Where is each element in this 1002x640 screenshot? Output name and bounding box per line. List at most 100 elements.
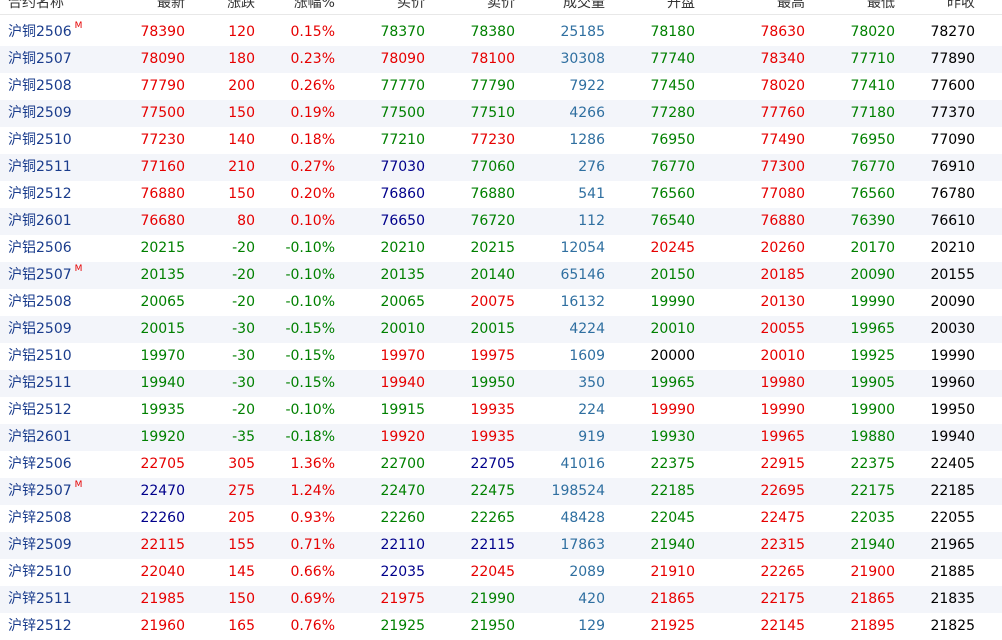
contract-name-text: 沪铝2512 — [8, 402, 72, 418]
cell-ask: 76880 — [470, 186, 515, 202]
col-header-volume[interactable]: 成交量 — [515, 0, 605, 11]
table-row[interactable]: 沪铜2511 77160 210 0.27% 77030 77060 276 76770 773… — [0, 154, 1002, 181]
cell-prev-close: 21885 — [930, 564, 975, 580]
contract-name[interactable]: 沪锌2511 — [8, 586, 90, 613]
contract-name-text: 沪锌2512 — [8, 618, 72, 634]
contract-name[interactable]: 沪铜2511 — [8, 154, 90, 181]
cell-bid: 20010 — [380, 321, 425, 337]
contract-name[interactable]: 沪铝2506 — [8, 235, 90, 262]
main-contract-badge: M — [74, 480, 83, 490]
cell-bid: 22470 — [380, 483, 425, 499]
cell-change-pct: 0.69% — [290, 591, 335, 607]
contract-name[interactable]: 沪铜2512 — [8, 181, 90, 208]
contract-name[interactable]: 沪铝2510 — [8, 343, 90, 370]
contract-name-text: 沪铜2601 — [8, 213, 72, 229]
contract-name[interactable]: 沪铜2507 — [8, 46, 90, 73]
cell-high: 22475 — [760, 510, 805, 526]
cell-bid: 20065 — [380, 294, 425, 310]
contract-name-text: 沪铝2509 — [8, 321, 72, 337]
table-row[interactable]: 沪锌2510 22040 145 0.66% 22035 22045 2089 21910 22… — [0, 559, 1002, 586]
table-row[interactable]: 沪铜2507 78090 180 0.23% 78090 78100 30308 77740 7… — [0, 46, 1002, 73]
col-header-ask[interactable]: 卖价 — [425, 0, 515, 11]
col-header-change[interactable]: 涨跌 — [165, 0, 255, 11]
col-header-change-pct[interactable]: 涨幅% — [245, 0, 335, 11]
contract-name[interactable]: 沪锌2508 — [8, 505, 90, 532]
table-row[interactable]: 沪铝2506 20215 -20 -0.10% 20210 20215 12054 20245… — [0, 235, 1002, 262]
cell-prev-close: 76610 — [930, 213, 975, 229]
cell-prev-close: 22055 — [930, 510, 975, 526]
cell-change: 205 — [228, 510, 255, 526]
table-row[interactable]: 沪铜2601 76680 80 0.10% 76650 76720 112 76540 7688… — [0, 208, 1002, 235]
table-row[interactable]: 沪铝2509 20015 -30 -0.15% 20010 20015 4224 20010 2… — [0, 316, 1002, 343]
table-row[interactable]: 沪铜2508 77790 200 0.26% 77770 77790 7922 77450 78… — [0, 73, 1002, 100]
contract-name[interactable]: 沪铝2511 — [8, 370, 90, 397]
cell-change-pct: -0.10% — [285, 402, 335, 418]
cell-change-pct: 0.93% — [290, 510, 335, 526]
cell-prev-close: 20155 — [930, 267, 975, 283]
contract-name[interactable]: 沪铝2508 — [8, 289, 90, 316]
cell-change-pct: -0.15% — [285, 321, 335, 337]
cell-low: 19965 — [850, 321, 895, 337]
contract-name[interactable]: 沪铜2509 — [8, 100, 90, 127]
table-row[interactable]: 沪铜2512 76880 150 0.20% 76860 76880 541 76560 770… — [0, 181, 1002, 208]
contract-name-text: 沪锌2507 — [8, 483, 72, 499]
cell-volume: 12054 — [560, 240, 605, 256]
contract-name[interactable]: 沪铝2507 M — [8, 262, 90, 289]
contract-name[interactable]: 沪铝2512 — [8, 397, 90, 424]
table-row[interactable]: 沪锌2506 22705 305 1.36% 22700 22705 41016 22375 2… — [0, 451, 1002, 478]
table-row[interactable]: 沪锌2512 21960 165 0.76% 21925 21950 129 21925 221… — [0, 613, 1002, 640]
cell-volume: 350 — [578, 375, 605, 391]
table-row[interactable]: 沪铝2507 M 20135 -20 -0.10% 20135 20140 65146 2015… — [0, 262, 1002, 289]
cell-change: 165 — [228, 618, 255, 634]
cell-bid: 78370 — [380, 24, 425, 40]
contract-name[interactable]: 沪铜2601 — [8, 208, 90, 235]
cell-high: 22175 — [760, 591, 805, 607]
cell-prev-close: 20030 — [930, 321, 975, 337]
cell-volume: 25185 — [560, 24, 605, 40]
table-row[interactable]: 沪锌2508 22260 205 0.93% 22260 22265 48428 22045 2… — [0, 505, 1002, 532]
contract-name[interactable]: 沪锌2506 — [8, 451, 90, 478]
table-row[interactable]: 沪铝2508 20065 -20 -0.10% 20065 20075 16132 19990… — [0, 289, 1002, 316]
col-header-high[interactable]: 最高 — [715, 0, 805, 11]
col-header-low[interactable]: 最低 — [805, 0, 895, 11]
cell-open: 22185 — [650, 483, 695, 499]
table-row[interactable]: 沪铝2510 19970 -30 -0.15% 19970 19975 1609 20000 2… — [0, 343, 1002, 370]
cell-low: 22035 — [850, 510, 895, 526]
table-row[interactable]: 沪铝2601 19920 -35 -0.18% 19920 19935 919 19930 19… — [0, 424, 1002, 451]
contract-name[interactable]: 沪锌2507 M — [8, 478, 90, 505]
contract-name[interactable]: 沪锌2510 — [8, 559, 90, 586]
table-row[interactable]: 沪铜2509 77500 150 0.19% 77500 77510 4266 77280 77… — [0, 100, 1002, 127]
table-row[interactable]: 沪铝2512 19935 -20 -0.10% 19915 19935 224 19990 19… — [0, 397, 1002, 424]
cell-volume: 1286 — [569, 132, 605, 148]
table-row[interactable]: 沪铜2506 M 78390 120 0.15% 78370 78380 25185 78180… — [0, 19, 1002, 46]
col-header-prev-close[interactable]: 昨收 — [885, 0, 975, 11]
contract-name-text: 沪铜2509 — [8, 105, 72, 121]
cell-low: 77710 — [850, 51, 895, 67]
cell-high: 20055 — [760, 321, 805, 337]
cell-ask: 77510 — [470, 105, 515, 121]
contract-name[interactable]: 沪锌2512 — [8, 613, 90, 640]
cell-volume: 30308 — [560, 51, 605, 67]
col-header-name[interactable]: 合约名称 — [8, 0, 90, 11]
table-row[interactable]: 沪锌2507 M 22470 275 1.24% 22470 22475 198524 2218… — [0, 478, 1002, 505]
table-row[interactable]: 沪锌2509 22115 155 0.71% 22110 22115 17863 21940 2… — [0, 532, 1002, 559]
table-row[interactable]: 沪铝2511 19940 -30 -0.15% 19940 19950 350 19965 19… — [0, 370, 1002, 397]
cell-ask: 19950 — [470, 375, 515, 391]
col-header-bid[interactable]: 买价 — [335, 0, 425, 11]
cell-prev-close: 77090 — [930, 132, 975, 148]
cell-low: 76770 — [850, 159, 895, 175]
cell-bid: 77210 — [380, 132, 425, 148]
contract-name[interactable]: 沪铜2508 — [8, 73, 90, 100]
contract-name[interactable]: 沪铜2506 M — [8, 19, 90, 46]
contract-name[interactable]: 沪铜2510 — [8, 127, 90, 154]
contract-name[interactable]: 沪铝2601 — [8, 424, 90, 451]
table-row[interactable]: 沪铜2510 77230 140 0.18% 77210 77230 1286 76950 77… — [0, 127, 1002, 154]
cell-change-pct: 0.76% — [290, 618, 335, 634]
contract-name[interactable]: 沪锌2509 — [8, 532, 90, 559]
contract-name[interactable]: 沪铝2509 — [8, 316, 90, 343]
cell-bid: 21975 — [380, 591, 425, 607]
col-header-open[interactable]: 开盘 — [605, 0, 695, 11]
table-row[interactable]: 沪锌2511 21985 150 0.69% 21975 21990 420 21865 221… — [0, 586, 1002, 613]
cell-open: 21940 — [650, 537, 695, 553]
cell-change: -20 — [232, 240, 255, 256]
